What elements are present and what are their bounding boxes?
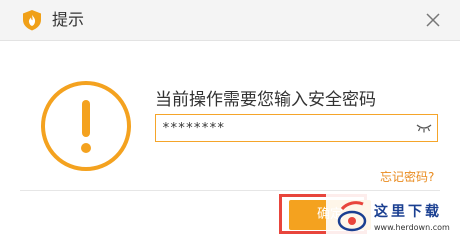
flame-shield-icon	[23, 10, 41, 31]
footer-divider	[20, 190, 440, 191]
site-watermark: 这里下载 www.herdown.com	[326, 193, 460, 240]
password-field[interactable]	[155, 114, 438, 142]
security-password-prompt: 当前操作需要您输入安全密码	[155, 90, 376, 110]
watermark-text: 这里下载	[374, 204, 442, 220]
forgot-password-link[interactable]: 忘记密码?	[380, 168, 434, 186]
eye-closed-icon[interactable]	[416, 122, 432, 134]
close-icon[interactable]	[420, 7, 446, 33]
watermark-logo-icon	[337, 201, 367, 232]
window-title: 提示	[52, 10, 85, 29]
watermark-url: www.herdown.com	[374, 223, 450, 232]
password-input[interactable]	[162, 118, 408, 138]
title-bar: 提示	[0, 0, 460, 41]
exclamation-circle-icon	[41, 81, 131, 171]
